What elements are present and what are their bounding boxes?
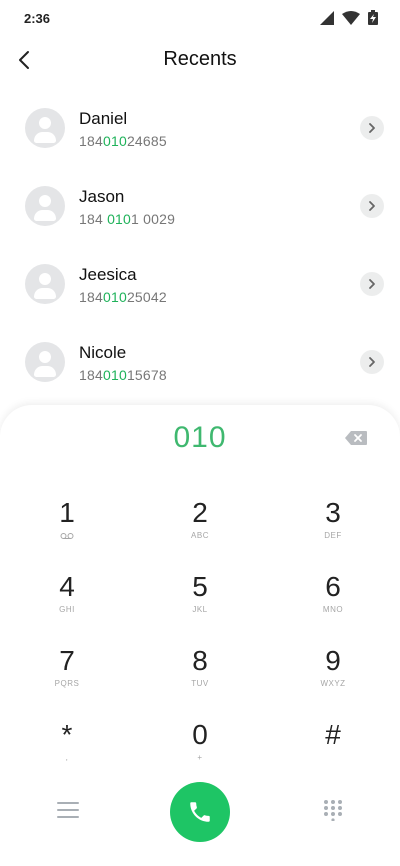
key-digit: 5 bbox=[192, 571, 208, 602]
battery-charging-icon bbox=[368, 10, 378, 25]
dialpad-panel: 010 1 2 ABC 3 DEF 4 GHI 5 JKL 6 MNO 7 PQ… bbox=[0, 405, 400, 866]
key-digit: 7 bbox=[59, 645, 75, 676]
contact-detail-button[interactable] bbox=[360, 116, 384, 140]
phone-icon bbox=[190, 802, 210, 822]
key-digit: * bbox=[61, 719, 73, 750]
contact-number: 18401025042 bbox=[79, 289, 167, 305]
key-digit: 9 bbox=[325, 645, 341, 676]
menu-button[interactable] bbox=[57, 801, 79, 819]
key-1[interactable]: 1 bbox=[17, 497, 117, 557]
dialed-number: 010 bbox=[173, 421, 227, 454]
key-letters: TUV bbox=[191, 679, 209, 688]
contact-number: 184 0101 0029 bbox=[79, 211, 176, 227]
key-hash[interactable]: # bbox=[283, 719, 383, 779]
avatar bbox=[25, 264, 65, 304]
status-time: 2:36 bbox=[24, 11, 51, 26]
avatar bbox=[25, 342, 65, 382]
call-button[interactable] bbox=[170, 782, 230, 842]
status-bar: 2:36 bbox=[0, 0, 400, 36]
key-star[interactable]: * , bbox=[17, 719, 117, 779]
contact-name: Jeesica bbox=[79, 265, 137, 284]
signal-icon bbox=[320, 10, 334, 25]
key-0[interactable]: 0 + bbox=[150, 719, 250, 779]
key-letters: ABC bbox=[191, 531, 209, 540]
contact-number: 18401024685 bbox=[79, 133, 167, 149]
list-item[interactable]: Daniel 18401024685 bbox=[0, 92, 400, 170]
key-digit: 3 bbox=[325, 497, 341, 528]
key-8[interactable]: 8 TUV bbox=[150, 645, 250, 705]
status-icons bbox=[320, 10, 378, 25]
contact-detail-button[interactable] bbox=[360, 194, 384, 218]
key-letters: WXYZ bbox=[320, 679, 346, 688]
contact-detail-button[interactable] bbox=[360, 350, 384, 374]
key-digit: 1 bbox=[59, 497, 75, 528]
key-letters: DEF bbox=[324, 531, 342, 540]
app-bar: Recents bbox=[0, 36, 400, 84]
key-digit: 4 bbox=[59, 571, 75, 602]
key-digit: # bbox=[325, 719, 341, 750]
list-item[interactable]: Jason 184 0101 0029 bbox=[0, 170, 400, 248]
key-4[interactable]: 4 GHI bbox=[17, 571, 117, 631]
key-letters: GHI bbox=[59, 605, 75, 614]
recents-list: Daniel 18401024685 Jason 184 0101 0029 J… bbox=[0, 92, 400, 404]
backspace-icon bbox=[345, 431, 367, 445]
wifi-icon bbox=[342, 10, 360, 25]
dialpad-bottom-bar bbox=[0, 779, 400, 849]
dialpad-toggle-button[interactable] bbox=[322, 799, 344, 822]
avatar bbox=[25, 108, 65, 148]
backspace-button[interactable] bbox=[344, 429, 368, 447]
dialpad-grid-icon bbox=[324, 800, 342, 822]
contact-name: Nicole bbox=[79, 343, 127, 362]
key-digit: 8 bbox=[192, 645, 208, 676]
voicemail-icon bbox=[60, 533, 74, 539]
key-letters: PQRS bbox=[54, 679, 80, 688]
hamburger-icon bbox=[57, 802, 79, 818]
key-letters: , bbox=[65, 753, 69, 762]
key-letters: JKL bbox=[192, 605, 208, 614]
chevron-right-icon bbox=[369, 357, 375, 367]
list-item[interactable]: Jeesica 18401025042 bbox=[0, 248, 400, 326]
chevron-right-icon bbox=[369, 123, 375, 133]
key-9[interactable]: 9 WXYZ bbox=[283, 645, 383, 705]
key-2[interactable]: 2 ABC bbox=[150, 497, 250, 557]
key-digit: 2 bbox=[192, 497, 208, 528]
contact-number: 18401015678 bbox=[79, 367, 167, 383]
chevron-right-icon bbox=[369, 279, 375, 289]
key-letters: MNO bbox=[322, 605, 344, 614]
contact-name: Daniel bbox=[79, 109, 128, 128]
contact-name: Jason bbox=[79, 187, 125, 206]
key-3[interactable]: 3 DEF bbox=[283, 497, 383, 557]
key-digit: 0 bbox=[192, 719, 208, 750]
key-letters: + bbox=[197, 753, 203, 762]
key-7[interactable]: 7 PQRS bbox=[17, 645, 117, 705]
chevron-right-icon bbox=[369, 201, 375, 211]
key-6[interactable]: 6 MNO bbox=[283, 571, 383, 631]
key-digit: 6 bbox=[325, 571, 341, 602]
key-5[interactable]: 5 JKL bbox=[150, 571, 250, 631]
page-title: Recents bbox=[163, 48, 237, 70]
list-item[interactable]: Nicole 18401015678 bbox=[0, 326, 400, 404]
avatar bbox=[25, 186, 65, 226]
contact-detail-button[interactable] bbox=[360, 272, 384, 296]
